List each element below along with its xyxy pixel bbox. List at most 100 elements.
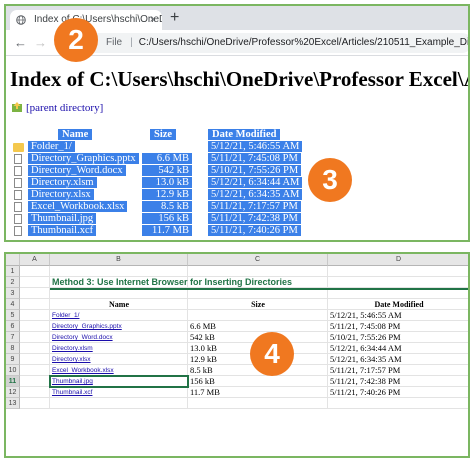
parent-directory-link[interactable]: [parent directory] — [12, 102, 103, 114]
gridline — [20, 408, 468, 409]
file-size: 6.6 MB — [142, 153, 192, 164]
back-arrow-icon[interactable]: ← — [14, 35, 27, 51]
step-badge-2: 2 — [54, 18, 98, 62]
step-badge-3: 3 — [308, 158, 352, 202]
hyperlink-cell[interactable]: Directory_Graphics.pptx — [52, 321, 122, 332]
file-name-link[interactable]: Directory.xlsx — [28, 189, 94, 200]
file-date: 5/12/21, 6:34:44 AM — [208, 177, 303, 188]
close-tab-icon[interactable]: × — [150, 10, 156, 30]
row-header[interactable]: 10 — [6, 365, 20, 376]
row-header[interactable]: 9 — [6, 354, 20, 365]
column-header-a[interactable]: A — [20, 254, 50, 266]
date-cell[interactable]: 5/11/21, 7:42:38 PM — [330, 376, 400, 387]
file-size: 12.9 kB — [142, 189, 192, 200]
size-header-cell[interactable]: Size — [188, 299, 328, 310]
size-column-header[interactable]: Size — [150, 129, 177, 140]
file-icon — [14, 190, 22, 200]
file-icon — [14, 166, 22, 176]
row-header[interactable]: 7 — [6, 332, 20, 343]
page-title: Index of C:\Users\hschi\OneDrive\Profess… — [10, 67, 468, 91]
size-cell[interactable]: 6.6 MB — [190, 321, 216, 332]
size-cell[interactable]: 11.7 MB — [190, 387, 220, 398]
column-header-c[interactable]: C — [188, 254, 328, 266]
active-cell-cursor[interactable] — [49, 375, 189, 388]
file-name-link[interactable]: Thumbnail.xcf — [28, 225, 97, 236]
row-header[interactable]: 12 — [6, 387, 20, 398]
url-text: C:/Users/hschi/OneDrive/Professor%20Exce… — [138, 37, 470, 48]
listing-row: Directory.xlsm 13.0 kB 5/12/21, 6:34:44 AM — [10, 177, 310, 189]
date-column-header[interactable]: Date Modified — [208, 129, 281, 140]
file-date: 5/12/21, 5:46:55 AM — [208, 141, 303, 152]
listing-row: Folder_1/5/12/21, 5:46:55 AM — [10, 141, 310, 153]
hyperlink-cell[interactable]: Directory.xlsx — [52, 354, 91, 365]
file-name-link[interactable]: Folder_1/ — [28, 141, 75, 152]
file-size: 156 kB — [142, 213, 192, 224]
file-name-link[interactable]: Directory.xlsm — [28, 177, 97, 188]
parent-directory-label: [parent directory] — [26, 102, 104, 114]
listing-row: Directory_Word.docx 542 kB 5/10/21, 7:55:2… — [10, 165, 310, 177]
file-name-link[interactable]: Thumbnail.jpg — [28, 213, 97, 224]
file-date: 5/11/21, 7:45:08 PM — [208, 153, 301, 164]
hyperlink-cell[interactable]: Directory.xlsm — [52, 343, 93, 354]
file-name-link[interactable]: Excel_Workbook.xlsx — [28, 201, 128, 212]
date-cell[interactable]: 5/12/21, 6:34:35 AM — [330, 354, 402, 365]
select-all-corner[interactable] — [6, 254, 20, 266]
file-name-link[interactable]: Directory_Graphics.pptx — [28, 153, 139, 164]
date-cell[interactable]: 5/12/21, 5:46:55 AM — [330, 310, 402, 321]
size-cell[interactable]: 13.0 kB — [190, 343, 217, 354]
file-name-link[interactable]: Directory_Word.docx — [28, 165, 126, 176]
up-folder-icon — [12, 102, 22, 112]
file-date: 5/11/21, 7:42:38 PM — [208, 213, 301, 224]
date-cell[interactable]: 5/11/21, 7:40:26 PM — [330, 387, 400, 398]
name-header-cell[interactable]: Name — [50, 299, 188, 310]
size-cell[interactable]: 156 kB — [190, 376, 215, 387]
file-icon — [14, 214, 22, 224]
directory-listing-page: Index of C:\Users\hschi\OneDrive\Profess… — [6, 57, 468, 240]
row-header[interactable]: 8 — [6, 343, 20, 354]
row-header[interactable]: 1 — [6, 266, 20, 277]
file-size: 8.5 kB — [142, 201, 192, 212]
hyperlink-cell[interactable]: Thumbnail.xcf — [52, 387, 92, 398]
excel-sheet: A B C D 1 2 3 4 5 6 7 8 9 10 11 12 13 Method 3: Use Inter… — [4, 252, 470, 458]
file-icon — [14, 202, 22, 212]
date-cell[interactable]: 5/10/21, 7:55:26 PM — [330, 332, 401, 343]
folder-icon — [13, 143, 24, 152]
file-size: 542 kB — [142, 165, 192, 176]
size-cell[interactable]: 542 kB — [190, 332, 215, 343]
file-size: 13.0 kB — [142, 177, 192, 188]
row-header[interactable]: 2 — [6, 277, 20, 288]
file-date: 5/12/21, 6:34:35 AM — [208, 189, 303, 200]
hyperlink-cell[interactable]: Directory_Word.docx — [52, 332, 113, 343]
omnibox-separator: | — [130, 37, 133, 48]
hyperlink-cell[interactable]: Folder_1/ — [52, 310, 79, 321]
file-scheme-label: File — [106, 37, 123, 48]
size-cell[interactable]: 8.5 kB — [190, 365, 213, 376]
new-tab-button[interactable]: + — [170, 9, 179, 27]
address-bar[interactable]: File | C:/Users/hschi/OneDrive/Professor%2… — [64, 33, 470, 53]
title-underline — [50, 288, 468, 290]
name-column-header[interactable]: Name — [58, 129, 93, 140]
file-size: 11.7 MB — [142, 225, 192, 236]
listing-row: Thumbnail.jpg 156 kB 5/11/21, 7:42:38 PM — [10, 213, 310, 225]
listing-row: Directory_Graphics.pptx 6.6 MB 5/11/21, 7:… — [10, 153, 310, 165]
row-header[interactable]: 4 — [6, 299, 20, 310]
column-header-d[interactable]: D — [328, 254, 468, 266]
date-header-cell[interactable]: Date Modified — [328, 299, 468, 310]
date-cell[interactable]: 5/12/21, 6:34:44 AM — [330, 343, 402, 354]
row-header[interactable]: 3 — [6, 288, 20, 299]
listing-row: Thumbnail.xcf 11.7 MB 5/11/21, 7:40:26 PM — [10, 225, 310, 237]
column-header-b[interactable]: B — [50, 254, 188, 266]
row-header[interactable]: 6 — [6, 321, 20, 332]
size-cell[interactable]: 12.9 kB — [190, 354, 217, 365]
file-date: 5/10/21, 7:55:26 PM — [208, 165, 302, 176]
date-cell[interactable]: 5/11/21, 7:17:57 PM — [330, 365, 400, 376]
date-cell[interactable]: 5/11/21, 7:45:08 PM — [330, 321, 400, 332]
file-icon — [14, 178, 22, 188]
row-header[interactable]: 5 — [6, 310, 20, 321]
row-header[interactable]: 11 — [6, 376, 20, 387]
listing-row: Directory.xlsx 12.9 kB 5/12/21, 6:34:35 AM — [10, 189, 310, 201]
row-header[interactable]: 13 — [6, 398, 20, 409]
listing-row: Excel_Workbook.xlsx 8.5 kB 5/11/21, 7:17:5… — [10, 201, 310, 213]
forward-arrow-icon[interactable]: → — [34, 35, 47, 51]
globe-icon — [16, 15, 26, 25]
